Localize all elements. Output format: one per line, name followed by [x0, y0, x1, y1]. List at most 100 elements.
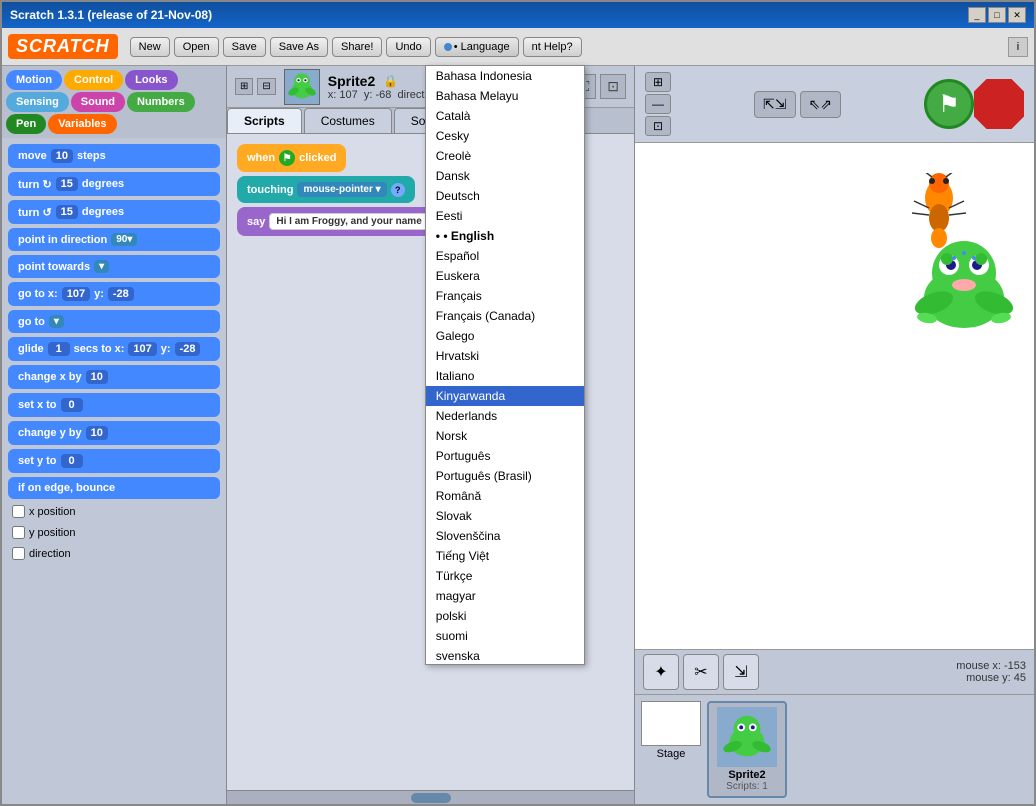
shrink-stage-btn[interactable]: ⊡: [600, 74, 626, 99]
category-control[interactable]: Control: [64, 70, 123, 90]
category-looks[interactable]: Looks: [125, 70, 177, 90]
lang-item-portugues-br[interactable]: Português (Brasil): [426, 466, 584, 486]
maximize-button[interactable]: □: [988, 7, 1006, 23]
lang-item-deutsch[interactable]: Deutsch: [426, 186, 584, 206]
minimize-button[interactable]: _: [968, 7, 986, 23]
lang-item-portugues[interactable]: Português: [426, 446, 584, 466]
stage-controls: ⊞ — ⊡ ⇱⇲ ⇖⇗ ⚑: [635, 66, 1034, 143]
lang-item-nederlands[interactable]: Nederlands: [426, 406, 584, 426]
zoom-fit-btn[interactable]: ⊡: [645, 116, 671, 136]
stage-display: [635, 143, 1034, 649]
language-dot-icon: [444, 43, 452, 51]
block-goto-xy[interactable]: go to x: 107 y: -28: [8, 282, 220, 306]
lang-item-slovak[interactable]: Slovak: [426, 506, 584, 526]
open-button[interactable]: Open: [174, 37, 219, 57]
share-button[interactable]: Share!: [332, 37, 382, 57]
lang-item-svenska[interactable]: svenska: [426, 646, 584, 665]
info-icon[interactable]: i: [1008, 37, 1028, 57]
block-goto[interactable]: go to ▾: [8, 310, 220, 333]
stop-button[interactable]: [974, 79, 1024, 129]
green-flag-button[interactable]: ⚑: [924, 79, 974, 129]
ypos-checkbox[interactable]: [12, 526, 25, 539]
stage-canvas: [635, 143, 1034, 649]
block-if-edge[interactable]: if on edge, bounce: [8, 477, 220, 499]
block-set-y[interactable]: set y to 0: [8, 449, 220, 473]
tab-costumes[interactable]: Costumes: [304, 108, 392, 133]
scroll-thumb[interactable]: [411, 793, 451, 803]
block-point-towards[interactable]: point towards ▾: [8, 255, 220, 278]
lang-item-creole[interactable]: Creolè: [426, 146, 584, 166]
lang-item-turkce[interactable]: Türkçe: [426, 566, 584, 586]
lang-item-francais-ca[interactable]: Français (Canada): [426, 306, 584, 326]
lang-item-slovenscina[interactable]: Slovenščina: [426, 526, 584, 546]
fullscreen-btn[interactable]: ⇖⇗: [800, 91, 841, 118]
lang-item-euskera[interactable]: Euskera: [426, 266, 584, 286]
lang-item-kinyarwanda[interactable]: Kinyarwanda: [426, 386, 584, 406]
lock-icon: 🔒: [383, 74, 398, 88]
lang-item-polski[interactable]: polski: [426, 606, 584, 626]
block-turn-ccw[interactable]: turn ↺ 15 degrees: [8, 200, 220, 224]
lang-item-bahasa-indo[interactable]: Bahasa Indonesia: [426, 66, 584, 86]
category-numbers[interactable]: Numbers: [127, 92, 195, 112]
lang-item-magyar[interactable]: magyar: [426, 586, 584, 606]
sprite2-thumbnail[interactable]: Sprite2 Scripts: 1: [707, 701, 787, 798]
horizontal-scrollbar[interactable]: [227, 790, 634, 804]
when-clicked-block[interactable]: when ⚑ clicked: [237, 144, 346, 172]
stamp-tool-btn[interactable]: ✦: [643, 654, 679, 690]
help-button[interactable]: nt Help?: [523, 37, 582, 57]
direction-checkbox[interactable]: [12, 547, 25, 560]
save-button[interactable]: Save: [223, 37, 266, 57]
undo-button[interactable]: Undo: [386, 37, 430, 57]
lang-item-cesky[interactable]: Cesky: [426, 126, 584, 146]
lang-item-catala[interactable]: Català: [426, 106, 584, 126]
zoom-out-btn[interactable]: —: [645, 94, 671, 114]
lang-item-romana[interactable]: Română: [426, 486, 584, 506]
lang-item-eesti[interactable]: Eesti: [426, 206, 584, 226]
block-turn-cw[interactable]: turn ↻ 15 degrees: [8, 172, 220, 196]
normal-view-btn[interactable]: ⇱⇲: [754, 91, 795, 118]
language-button[interactable]: • Language: [435, 37, 519, 57]
touching-dropdown[interactable]: mouse-pointer ▾: [297, 182, 386, 197]
category-sensing[interactable]: Sensing: [6, 92, 69, 112]
lang-item-francais[interactable]: Français: [426, 286, 584, 306]
block-point-dir[interactable]: point in direction 90▾: [8, 228, 220, 251]
zoom-in-btn[interactable]: ⊞: [645, 72, 671, 92]
block-change-y[interactable]: change y by 10: [8, 421, 220, 445]
lang-item-espanol[interactable]: Español: [426, 246, 584, 266]
grow-tool-btn[interactable]: ⇲: [723, 654, 759, 690]
xpos-checkbox[interactable]: [12, 505, 25, 518]
lang-item-bahasa-malay[interactable]: Bahasa Melayu: [426, 86, 584, 106]
block-change-x[interactable]: change x by 10: [8, 365, 220, 389]
lang-item-suomi[interactable]: suomi: [426, 626, 584, 646]
resize-small-btn[interactable]: ⊞: [235, 78, 253, 95]
checkbox-direction: direction: [8, 545, 220, 562]
block-set-x[interactable]: set x to 0: [8, 393, 220, 417]
category-variables[interactable]: Variables: [48, 114, 116, 134]
category-pen[interactable]: Pen: [6, 114, 46, 134]
lang-item-galego[interactable]: Galego: [426, 326, 584, 346]
sprite2-name: Sprite2: [728, 769, 765, 781]
frog-sprite: [899, 223, 1029, 353]
new-button[interactable]: New: [130, 37, 170, 57]
lang-item-dansk[interactable]: Dansk: [426, 166, 584, 186]
category-buttons: Motion Control Looks Sensing Sound Numbe…: [2, 66, 226, 138]
saveas-button[interactable]: Save As: [270, 37, 328, 57]
category-sound[interactable]: Sound: [71, 92, 125, 112]
lang-item-tieng-viet[interactable]: Tiếng Việt: [426, 546, 584, 566]
resize-large-btn[interactable]: ⊟: [257, 78, 275, 95]
lang-item-norsk[interactable]: Norsk: [426, 426, 584, 446]
block-move[interactable]: move 10 steps: [8, 144, 220, 168]
category-motion[interactable]: Motion: [6, 70, 62, 90]
close-button[interactable]: ✕: [1008, 7, 1026, 23]
lang-item-hrvatski[interactable]: Hrvatski: [426, 346, 584, 366]
language-dropdown-menu: Bahasa Indonesia Bahasa Melayu Català Ce…: [425, 65, 585, 665]
lang-item-italiano[interactable]: Italiano: [426, 366, 584, 386]
stage-thumbnail[interactable]: Stage: [641, 701, 701, 760]
touching-block[interactable]: touching mouse-pointer ▾ ?: [237, 176, 415, 203]
lang-item-english[interactable]: • English: [426, 226, 584, 246]
cut-tool-btn[interactable]: ✂: [683, 654, 719, 690]
tab-scripts[interactable]: Scripts: [227, 108, 302, 133]
block-glide[interactable]: glide 1 secs to x: 107 y: -28: [8, 337, 220, 361]
stage-area: ⊞ — ⊡ ⇱⇲ ⇖⇗ ⚑: [634, 66, 1034, 804]
window-controls: _ □ ✕: [968, 7, 1026, 23]
